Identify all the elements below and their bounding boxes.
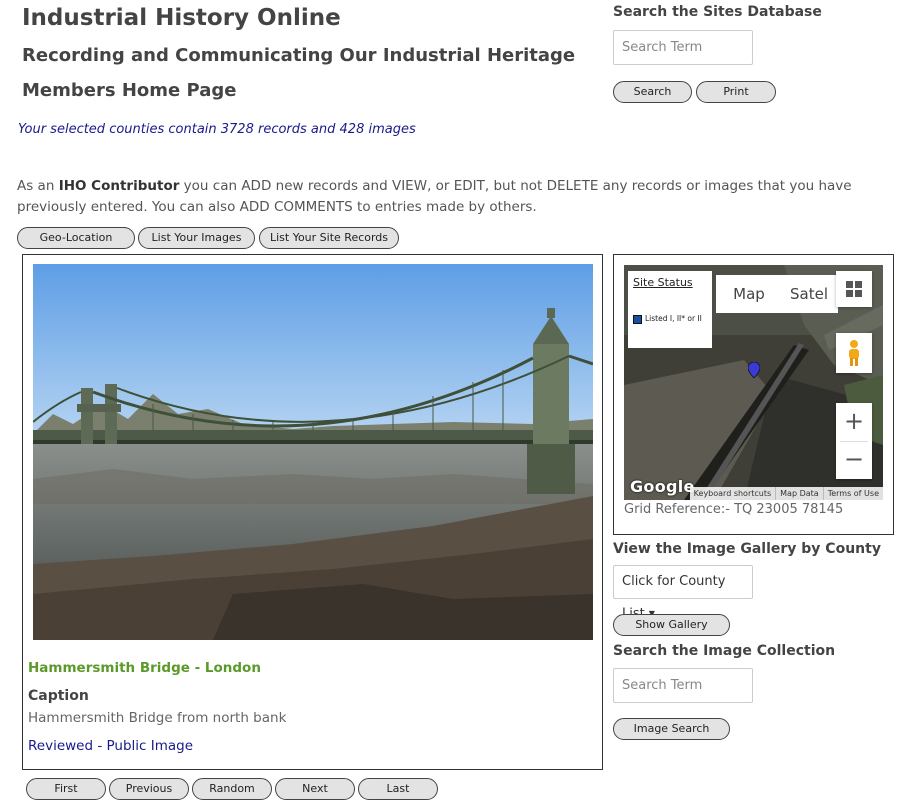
gallery-heading: View the Image Gallery by County [613, 541, 881, 557]
list-images-button[interactable]: List Your Images [138, 227, 255, 249]
google-logo[interactable]: Google [630, 477, 695, 496]
bridge-photo-image [33, 264, 593, 640]
search-button[interactable]: Search [613, 81, 692, 103]
print-button[interactable]: Print [696, 81, 776, 103]
intro-prefix: As an [17, 178, 59, 194]
zoom-in-button[interactable]: + [836, 403, 872, 441]
image-title: Hammersmith Bridge - London [28, 660, 261, 676]
pegman-icon [849, 340, 859, 366]
bridge-photo[interactable] [33, 264, 593, 640]
last-button[interactable]: Last [358, 778, 438, 800]
caption-text: Hammersmith Bridge from north bank [28, 710, 287, 726]
grid-reference: Grid Reference:- TQ 23005 78145 [624, 502, 844, 517]
terms-of-use-link[interactable]: Terms of Use [822, 487, 883, 500]
image-search-heading: Search the Image Collection [613, 643, 836, 659]
image-search-button[interactable]: Image Search [613, 718, 730, 740]
review-status: Reviewed - Public Image [28, 738, 194, 754]
legend-item-label: Listed I, II* or II [645, 314, 702, 323]
fullscreen-button[interactable] [836, 271, 872, 307]
map-legend: Site Status Listed I, II* or II [628, 271, 712, 348]
counties-info: Your selected counties contain 3728 reco… [18, 122, 416, 137]
contributor-intro: As an IHO Contributor you can ADD new re… [17, 176, 902, 218]
legend-swatch [633, 315, 642, 324]
zoom-out-button[interactable]: − [836, 441, 872, 479]
zoom-control: + − [836, 403, 872, 479]
map-type-map-button[interactable]: Map [716, 275, 782, 313]
satellite-map[interactable]: Site Status Listed I, II* or II Map Sate… [624, 265, 883, 500]
first-button[interactable]: First [26, 778, 106, 800]
map-data-link[interactable]: Map Data [775, 487, 823, 500]
geo-location-button[interactable]: Geo-Location [17, 227, 135, 249]
map-panel: Site Status Listed I, II* or II Map Sate… [613, 254, 894, 535]
next-button[interactable]: Next [275, 778, 355, 800]
page-title: Members Home Page [22, 80, 237, 101]
image-panel: Hammersmith Bridge - London Caption Hamm… [22, 254, 603, 770]
map-attribution: Keyboard shortcuts Map Data Terms of Use [689, 487, 883, 500]
previous-button[interactable]: Previous [109, 778, 189, 800]
site-search-heading: Search the Sites Database [613, 4, 822, 20]
show-gallery-button[interactable]: Show Gallery [613, 614, 730, 636]
location-pin-icon[interactable] [748, 362, 760, 378]
street-view-button[interactable] [836, 333, 872, 373]
caption-heading: Caption [28, 688, 89, 704]
site-search-input[interactable] [613, 30, 753, 65]
random-button[interactable]: Random [192, 778, 272, 800]
image-search-input[interactable] [613, 668, 753, 703]
map-type-satellite-button[interactable]: Satel [782, 275, 838, 313]
grid-icon [846, 281, 862, 297]
role-name: IHO Contributor [58, 178, 180, 194]
site-title: Industrial History Online [22, 5, 341, 31]
site-tagline: Recording and Communicating Our Industri… [22, 45, 576, 66]
map-type-control: Map Satel [716, 275, 838, 313]
keyboard-shortcuts-link[interactable]: Keyboard shortcuts [690, 487, 775, 500]
list-records-button[interactable]: List Your Site Records [259, 227, 399, 249]
legend-title[interactable]: Site Status [633, 276, 693, 289]
county-select[interactable]: Click for County List▼ [613, 565, 753, 622]
